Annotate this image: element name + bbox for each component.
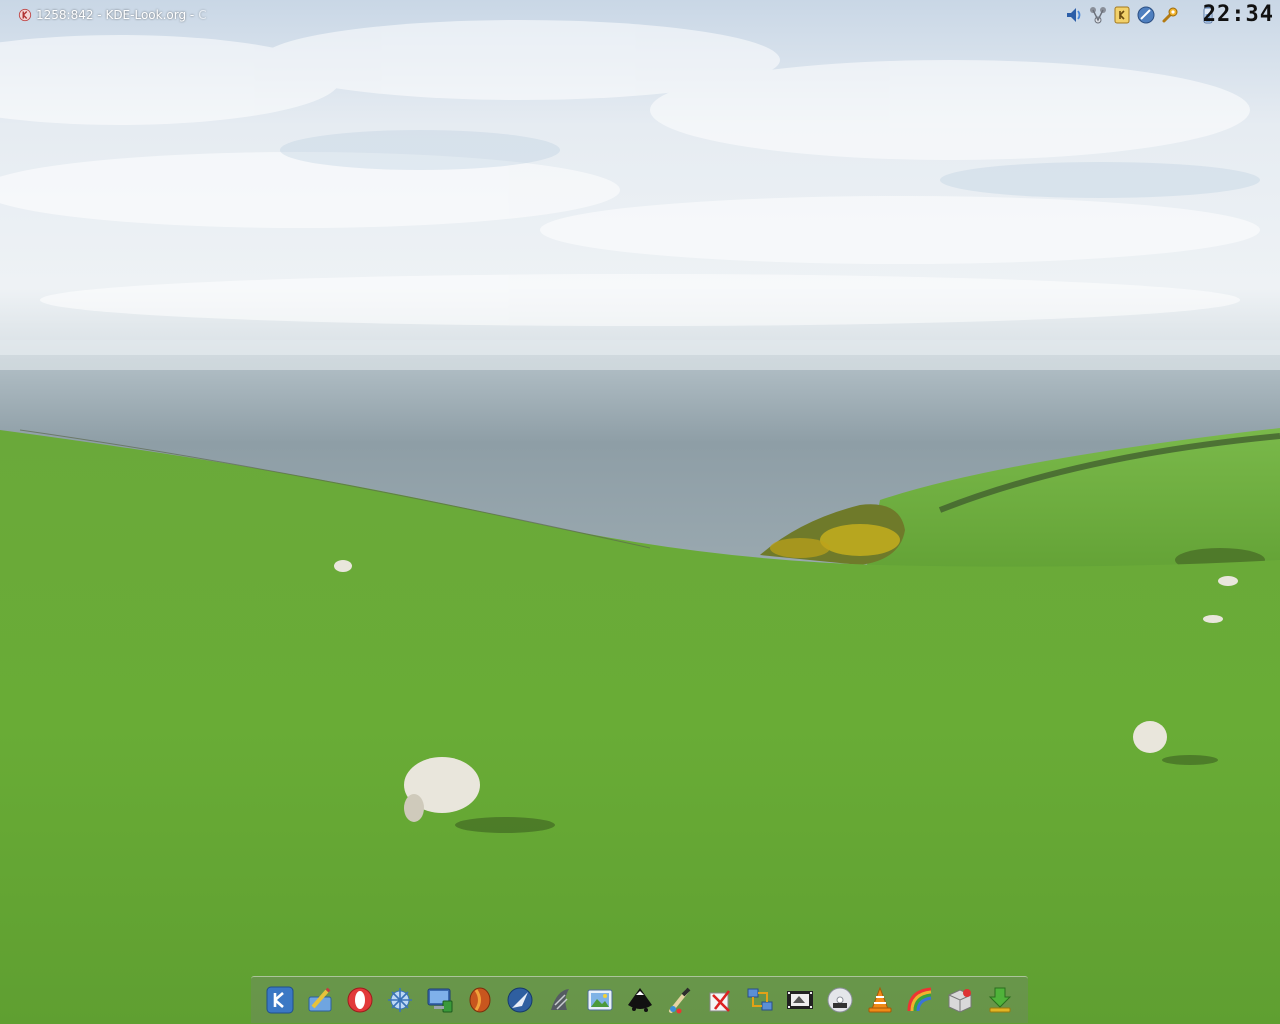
- tasks-button[interactable]: [704, 984, 736, 1016]
- klipper-icon[interactable]: [1112, 5, 1132, 25]
- network-transfer-icon: [747, 988, 772, 1011]
- desktop-wallpaper: [0, 0, 1280, 1024]
- task-checklist-icon: [709, 990, 730, 1012]
- taskbar-active-window[interactable]: 1258:842 - KDE-Look.org - C: [18, 6, 207, 24]
- video-editor-icon: [786, 991, 813, 1009]
- firefox-button[interactable]: [464, 984, 496, 1016]
- firefox-icon: [469, 987, 490, 1013]
- kde-filemanager-icon: [387, 988, 412, 1012]
- package-manager-icon: [948, 989, 971, 1013]
- launcher-dock: [251, 976, 1028, 1023]
- network-transfer-button[interactable]: [744, 984, 776, 1016]
- kwrite-button[interactable]: [304, 984, 336, 1016]
- top-panel: 1258:842 - KDE-Look.org - C 22:34: [0, 0, 1280, 30]
- navigator-icon: [507, 987, 532, 1013]
- kde-menu-icon: [266, 986, 293, 1014]
- filemanager-button[interactable]: [384, 984, 416, 1016]
- kolourpaint-icon: [668, 987, 690, 1014]
- navigator-button[interactable]: [504, 984, 536, 1016]
- video-editor-button[interactable]: [784, 984, 816, 1016]
- dvd-icon: [827, 987, 852, 1013]
- image-viewer-button[interactable]: [584, 984, 616, 1016]
- image-viewer-icon: [587, 989, 612, 1011]
- opera-icon: [347, 987, 372, 1013]
- settings-wrench-icon[interactable]: [1160, 5, 1180, 25]
- kwrite-icon: [308, 987, 331, 1012]
- dvd-button[interactable]: [824, 984, 856, 1016]
- rainbow-theme-button[interactable]: [904, 984, 936, 1016]
- wine-icon: [550, 989, 569, 1010]
- download-icon: [988, 987, 1011, 1013]
- task-title: 1258:842 - KDE-Look.org -: [36, 8, 195, 22]
- system-tray: [1064, 4, 1218, 26]
- volume-icon[interactable]: [1064, 5, 1084, 25]
- clock[interactable]: 22:34: [1203, 2, 1274, 28]
- task-title-overflow: C: [198, 8, 207, 22]
- konqueror-icon: [18, 8, 32, 22]
- vlc-icon: [868, 986, 891, 1013]
- kolourpaint-button[interactable]: [664, 984, 696, 1016]
- wine-button[interactable]: [544, 984, 576, 1016]
- inkscape-button[interactable]: [624, 984, 656, 1016]
- konsole-monitor-icon: [427, 988, 452, 1013]
- network-icon[interactable]: [1088, 5, 1108, 25]
- package-manager-button[interactable]: [944, 984, 976, 1016]
- kopete-icon[interactable]: [1136, 5, 1156, 25]
- monitor-button[interactable]: [424, 984, 456, 1016]
- inkscape-icon: [627, 988, 652, 1012]
- opera-button[interactable]: [344, 984, 376, 1016]
- rainbow-theme-icon: [907, 987, 931, 1012]
- download-button[interactable]: [984, 984, 1016, 1016]
- kde-menu-button[interactable]: [264, 984, 296, 1016]
- vlc-button[interactable]: [864, 984, 896, 1016]
